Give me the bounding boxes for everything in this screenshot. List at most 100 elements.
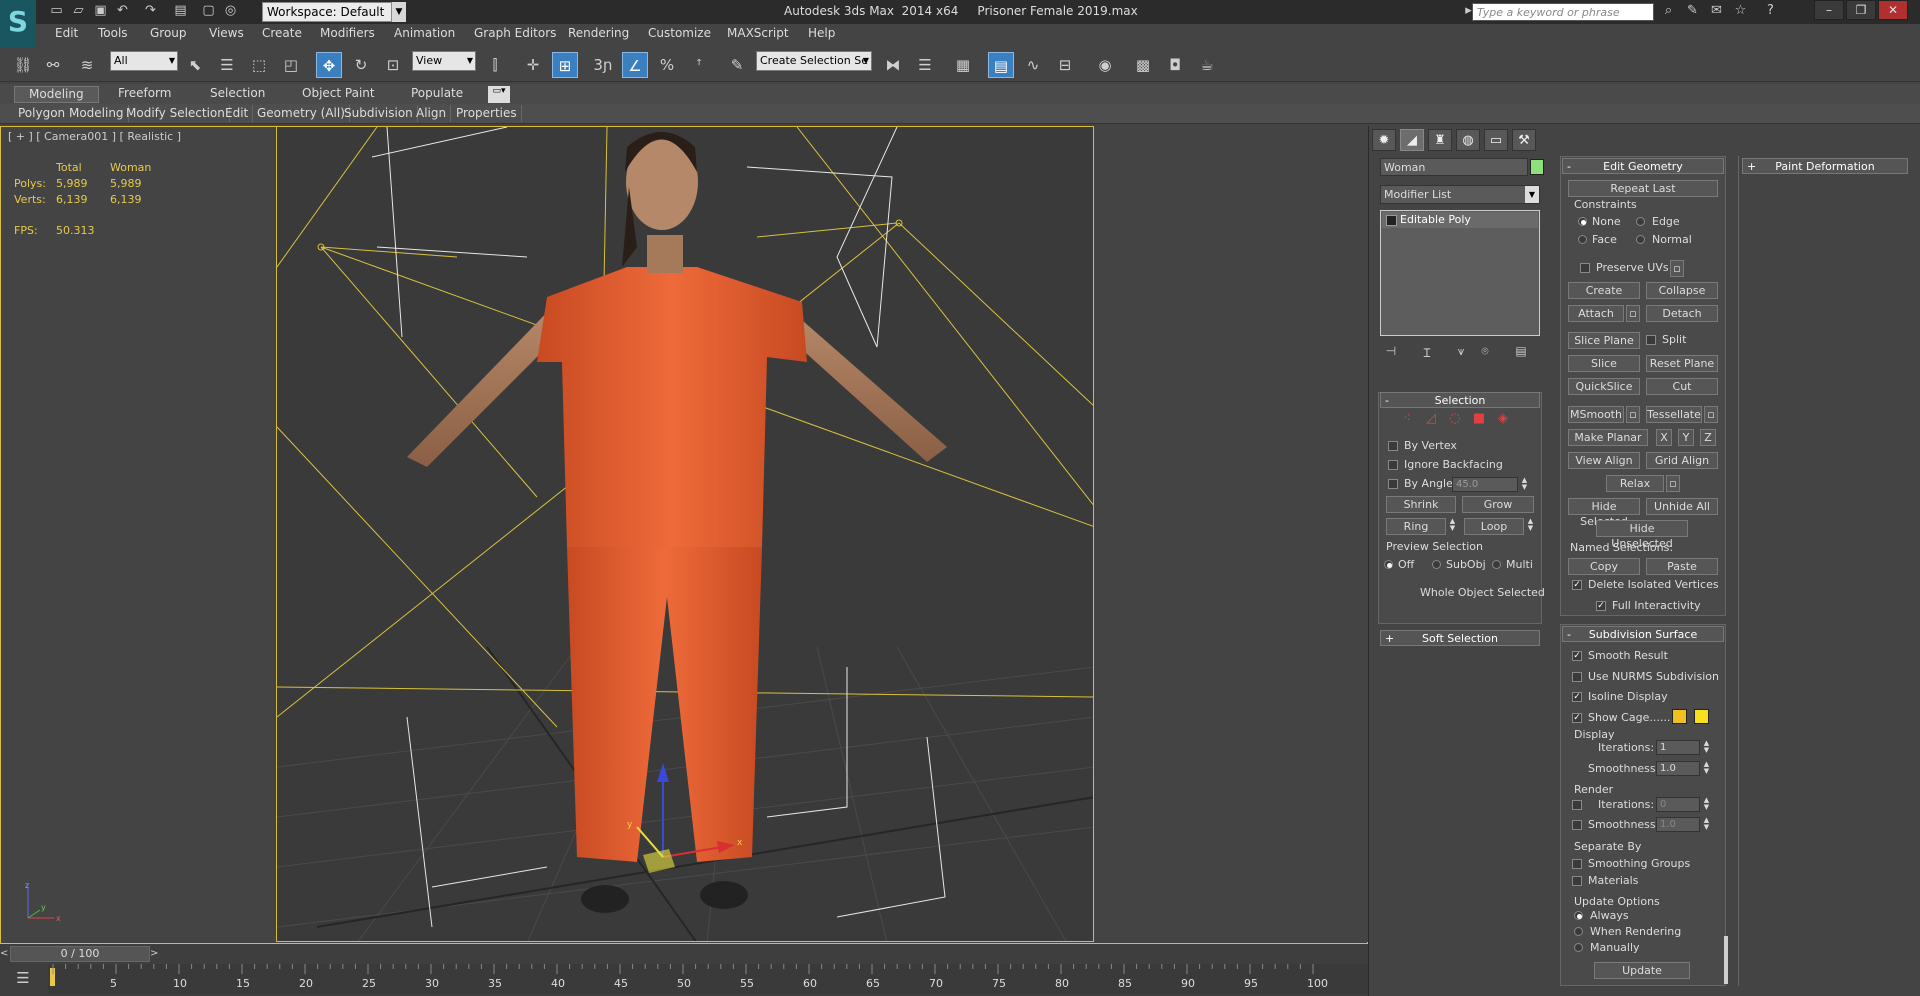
time-slider[interactable]: 0 / 100	[10, 946, 150, 962]
delete-isolated-checkbox[interactable]: ✓	[1572, 580, 1582, 590]
ribbon-options-icon[interactable]: ▭▾	[488, 86, 510, 103]
reference-coordinate-dropdown[interactable]: View ▼	[412, 51, 476, 71]
menu-animation[interactable]: Animation	[394, 26, 455, 42]
planar-y-button[interactable]: Y	[1678, 429, 1694, 446]
soft-selection-rollout-header[interactable]: + Soft Selection	[1380, 630, 1540, 646]
menu-views[interactable]: Views	[209, 26, 244, 42]
ribbon-polygon-modeling[interactable]: Polygon Modeling	[14, 105, 129, 122]
update-manually-radio[interactable]	[1574, 943, 1583, 952]
display-smoothness-arrows-icon[interactable]: ▲ ▼	[1702, 761, 1711, 776]
menu-modifiers[interactable]: Modifiers	[320, 26, 375, 42]
preserve-uvs-checkbox[interactable]	[1580, 263, 1590, 273]
open-file-icon[interactable]: ▱	[70, 3, 87, 19]
materials-checkbox[interactable]	[1572, 876, 1582, 886]
display-smoothness-spinner[interactable]: 1.0	[1656, 761, 1700, 776]
edit-named-selection-icon[interactable]: ✎	[724, 52, 750, 78]
ribbon-geometry-all[interactable]: Geometry (All)	[253, 105, 350, 122]
quickslice-button[interactable]: QuickSlice	[1568, 378, 1640, 395]
full-interactivity-checkbox[interactable]: ✓	[1596, 601, 1606, 611]
edit-geometry-header[interactable]: - Edit Geometry	[1562, 158, 1724, 174]
create-panel-icon[interactable]: ✹	[1372, 129, 1396, 151]
configure-modifier-sets-icon[interactable]: ▤	[1512, 344, 1530, 360]
ribbon-tab-populate[interactable]: Populate	[411, 86, 463, 103]
menu-edit[interactable]: Edit	[55, 26, 78, 42]
modifier-toggle-icon[interactable]	[1386, 215, 1397, 226]
copy-button[interactable]: Copy	[1568, 558, 1640, 575]
relax-settings-icon[interactable]: ▫	[1666, 475, 1680, 492]
subscription-icon[interactable]: ✎	[1684, 3, 1701, 19]
slice-plane-button[interactable]: Slice Plane	[1568, 332, 1640, 349]
menu-rendering[interactable]: Rendering	[568, 26, 629, 42]
render-smoothness-checkbox[interactable]	[1572, 820, 1582, 830]
cut-button[interactable]: Cut	[1646, 378, 1718, 395]
hold-icon[interactable]: ▤	[172, 3, 189, 19]
hide-selected-button[interactable]: Hide Selected	[1568, 498, 1640, 528]
make-unique-icon[interactable]: ⩛	[1452, 344, 1470, 360]
tessellate-button[interactable]: Tessellate	[1646, 406, 1702, 423]
repeat-last-button[interactable]: Repeat Last	[1568, 180, 1718, 197]
menu-maxscript[interactable]: MAXScript	[727, 26, 789, 42]
by-vertex-checkbox[interactable]	[1388, 441, 1398, 451]
search-binoculars-icon[interactable]: ⌕	[1660, 3, 1677, 19]
menu-graph-editors[interactable]: Graph Editors	[474, 26, 556, 42]
make-planar-button[interactable]: Make Planar	[1568, 429, 1648, 446]
border-mode-icon[interactable]: ◌	[1448, 412, 1462, 426]
viewport-right-area[interactable]	[1094, 126, 1368, 942]
by-angle-checkbox[interactable]	[1388, 479, 1398, 489]
camera-viewport[interactable]: x y	[276, 126, 1094, 942]
slice-button[interactable]: Slice	[1568, 355, 1640, 372]
select-and-move-icon[interactable]: ✥	[316, 52, 342, 78]
curve-editor-icon[interactable]: ∿	[1020, 52, 1046, 78]
material-editor-icon[interactable]: ◉	[1092, 52, 1118, 78]
split-checkbox[interactable]	[1646, 335, 1656, 345]
hierarchy-panel-icon[interactable]: ♜	[1428, 129, 1452, 151]
subdivision-surface-header[interactable]: - Subdivision Surface	[1562, 626, 1724, 642]
msmooth-button[interactable]: MSmooth	[1568, 406, 1624, 423]
schematic-view-icon[interactable]: ⊟	[1052, 52, 1078, 78]
update-always-radio[interactable]	[1574, 911, 1583, 920]
element-mode-icon[interactable]: ◈	[1496, 412, 1510, 426]
angle-snap-icon[interactable]: ∠	[622, 52, 648, 78]
render-smoothness-spinner[interactable]: 1.0	[1656, 817, 1700, 832]
menu-help[interactable]: Help	[808, 26, 835, 42]
modify-panel-icon[interactable]: ◢	[1400, 129, 1424, 151]
planar-x-button[interactable]: X	[1656, 429, 1672, 446]
show-end-result-icon[interactable]: Ɪ	[1418, 344, 1436, 360]
loop-spinner-icon[interactable]: ▲ ▼	[1526, 518, 1535, 533]
selection-filter-dropdown[interactable]: All ▼	[110, 51, 178, 71]
cage-color-swatch-1[interactable]	[1672, 709, 1687, 724]
menu-create[interactable]: Create	[262, 26, 302, 42]
project-folder-icon[interactable]: ◎	[222, 3, 239, 19]
modifier-list-arrow-icon[interactable]: ▼	[1525, 186, 1539, 203]
select-and-rotate-icon[interactable]: ↻	[348, 52, 374, 78]
smoothing-groups-checkbox[interactable]	[1572, 859, 1582, 869]
isoline-display-checkbox[interactable]: ✓	[1572, 692, 1582, 702]
help-search-input[interactable]: Type a keyword or phrase	[1472, 3, 1654, 21]
use-nurms-checkbox[interactable]	[1572, 672, 1582, 682]
angle-value-spinner[interactable]: 45.0	[1452, 477, 1518, 492]
ribbon-align[interactable]: Align	[412, 105, 452, 122]
selection-rollout-header[interactable]: - Selection	[1380, 392, 1540, 408]
motion-panel-icon[interactable]: ◍	[1456, 129, 1480, 151]
menu-customize[interactable]: Customize	[648, 26, 711, 42]
rectangular-selection-icon[interactable]: ⬚	[246, 52, 272, 78]
redo-icon[interactable]: ↷	[142, 3, 159, 19]
viewport-label[interactable]: [ + ] [ Camera001 ] [ Realistic ]	[8, 130, 208, 145]
ribbon-tab-freeform[interactable]: Freeform	[118, 86, 171, 103]
edge-mode-icon[interactable]: ◿	[1424, 412, 1438, 426]
detach-button[interactable]: Detach	[1646, 305, 1718, 322]
layer-manager-icon[interactable]: ▤	[988, 52, 1014, 78]
new-file-icon[interactable]: ▭	[48, 3, 65, 19]
unhide-all-button[interactable]: Unhide All	[1646, 498, 1718, 515]
display-panel-icon[interactable]: ▭	[1484, 129, 1508, 151]
ring-spinner-icon[interactable]: ▲ ▼	[1448, 518, 1457, 533]
favorites-star-icon[interactable]: ☆	[1732, 3, 1749, 19]
snaps-toggle-icon[interactable]: 3ɲ	[590, 52, 616, 78]
preserve-uvs-settings-icon[interactable]: ▫	[1670, 260, 1684, 277]
preview-off-radio[interactable]	[1384, 560, 1393, 569]
minimize-icon[interactable]: –	[1814, 0, 1844, 20]
bind-space-warp-icon[interactable]: ≋	[74, 52, 100, 78]
remove-modifier-icon[interactable]: ⌾	[1476, 344, 1494, 360]
pivot-center-icon[interactable]: ⫿	[482, 52, 508, 78]
object-color-swatch[interactable]	[1530, 159, 1544, 175]
